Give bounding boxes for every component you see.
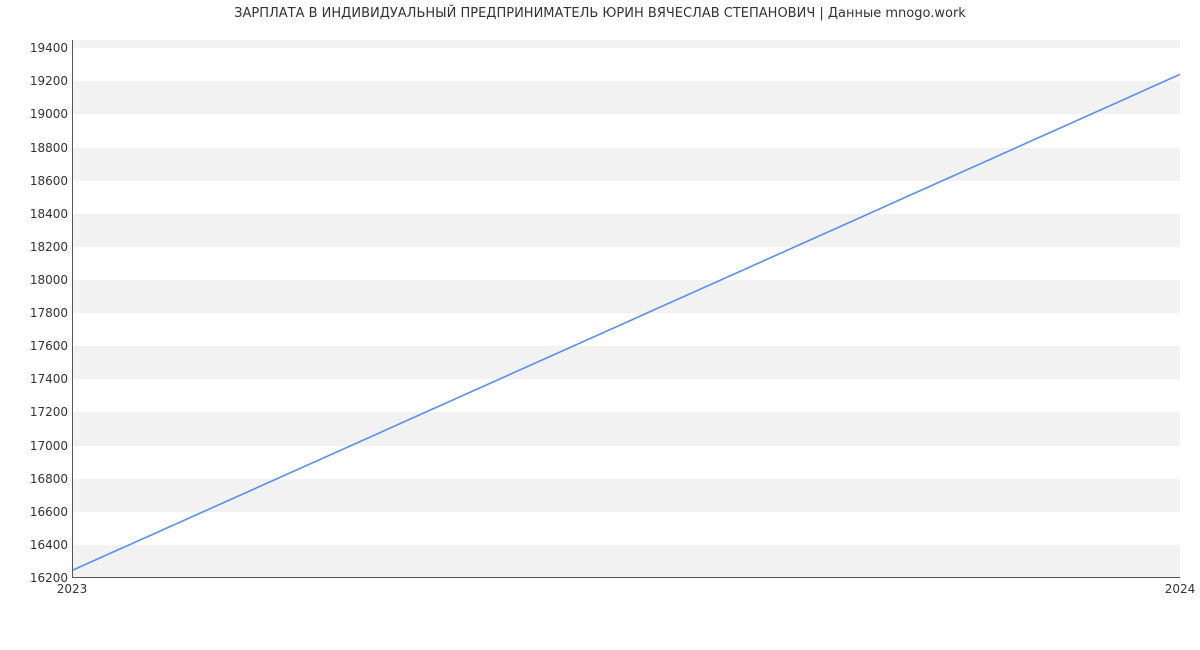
y-tick-label: 17000 — [12, 439, 68, 453]
y-tick-label: 16400 — [12, 538, 68, 552]
y-tick-label: 17800 — [12, 306, 68, 320]
series-line — [73, 74, 1180, 570]
y-tick-label: 19200 — [12, 74, 68, 88]
y-tick-label: 19400 — [12, 41, 68, 55]
y-tick-label: 18200 — [12, 240, 68, 254]
y-tick-label: 18800 — [12, 141, 68, 155]
y-tick-label: 18400 — [12, 207, 68, 221]
y-tick-label: 17600 — [12, 339, 68, 353]
line-series-layer — [73, 40, 1180, 577]
y-tick-label: 16600 — [12, 505, 68, 519]
chart-container: ЗАРПЛАТА В ИНДИВИДУАЛЬНЫЙ ПРЕДПРИНИМАТЕЛ… — [0, 0, 1200, 650]
x-tick-label: 2024 — [1165, 582, 1196, 596]
y-tick-label: 19000 — [12, 107, 68, 121]
y-tick-label: 17200 — [12, 405, 68, 419]
plot-area — [72, 40, 1180, 578]
y-tick-label: 18000 — [12, 273, 68, 287]
y-tick-label: 17400 — [12, 372, 68, 386]
x-tick-label: 2023 — [57, 582, 88, 596]
chart-title: ЗАРПЛАТА В ИНДИВИДУАЛЬНЫЙ ПРЕДПРИНИМАТЕЛ… — [0, 6, 1200, 21]
y-tick-label: 18600 — [12, 174, 68, 188]
y-tick-label: 16800 — [12, 472, 68, 486]
